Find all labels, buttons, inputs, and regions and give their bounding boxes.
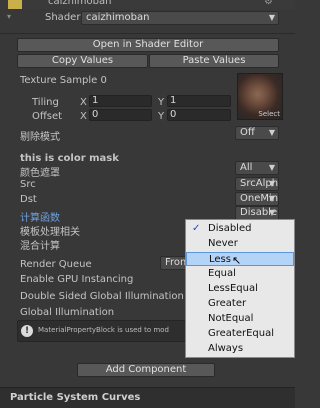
- foldout-arrow-icon[interactable]: ▾: [7, 12, 11, 21]
- material-icon: [8, 0, 22, 9]
- texture-thumbnail[interactable]: Select: [237, 73, 283, 120]
- render-queue-label: Render Queue: [20, 259, 92, 270]
- material-title: caizhimoban: [48, 0, 112, 7]
- shader-dropdown-value: caizhimoban: [86, 12, 150, 23]
- tiling-y-label: Y: [158, 97, 165, 108]
- chevron-down-icon: ▼: [268, 194, 275, 203]
- cull-mode-label: 剔除模式: [20, 132, 60, 143]
- compare-function-dropdown[interactable]: Disable ▼: [235, 206, 279, 220]
- divider: [0, 33, 295, 34]
- blend-label: 混合计算: [20, 241, 60, 252]
- dst-label: Dst: [20, 194, 37, 205]
- src-label: Src: [20, 179, 36, 190]
- offset-y-input[interactable]: 0: [167, 109, 231, 121]
- menu-item-less[interactable]: Less ↖: [186, 252, 294, 267]
- texture-select-button[interactable]: Select: [258, 110, 280, 118]
- menu-item-equal[interactable]: Equal: [186, 267, 294, 281]
- chevron-down-icon: ▼: [268, 128, 275, 137]
- material-title-bar: caizhimoban ⚙: [0, 0, 295, 9]
- global-illumination-label: Global Illumination: [20, 307, 115, 318]
- add-component-button[interactable]: Add Component: [77, 363, 215, 377]
- color-mask-label: 颜色遮罩: [20, 168, 60, 179]
- offset-label: Offset: [32, 111, 63, 122]
- cull-mode-value: Off: [240, 127, 255, 138]
- copy-values-button[interactable]: Copy Values: [17, 54, 148, 68]
- menu-item-greater[interactable]: Greater: [186, 297, 294, 311]
- tiling-label: Tiling: [32, 97, 59, 108]
- tiling-x-label: X: [80, 97, 87, 108]
- open-in-shader-editor-button[interactable]: Open in Shader Editor: [17, 38, 279, 52]
- particle-system-curves-title: Particle System Curves: [10, 392, 141, 403]
- menu-item-never[interactable]: Never: [186, 237, 294, 251]
- chevron-down-icon: ▼: [268, 208, 275, 217]
- src-dropdown[interactable]: SrcAlph ▼: [235, 177, 279, 191]
- menu-item-notequal[interactable]: NotEqual: [186, 312, 294, 326]
- menu-item-greaterequal[interactable]: GreaterEqual: [186, 327, 294, 341]
- shader-label: Shader: [45, 12, 81, 23]
- mouse-cursor-icon: ↖: [232, 254, 242, 267]
- double-sided-gi-label: Double Sided Global Illumination: [20, 291, 184, 302]
- shader-dropdown[interactable]: caizhimoban ▼: [81, 11, 279, 25]
- offset-y-label: Y: [158, 111, 165, 122]
- dst-dropdown[interactable]: OneMin ▼: [235, 192, 279, 206]
- stencil-settings-label: 模板处理相关: [20, 227, 80, 238]
- texture-sample-label: Texture Sample 0: [20, 75, 107, 86]
- particle-system-curves-bar[interactable]: Particle System Curves: [0, 387, 295, 408]
- color-mask-dropdown[interactable]: All ▼: [235, 161, 279, 175]
- checkmark-icon: ✓: [192, 223, 201, 234]
- tiling-x-input[interactable]: 1: [89, 95, 152, 107]
- info-icon: !: [21, 325, 33, 337]
- chevron-down-icon: ▼: [268, 179, 275, 188]
- compare-function-label: 计算函数: [20, 213, 60, 224]
- offset-x-input[interactable]: 0: [89, 109, 152, 121]
- menu-item-disabled[interactable]: ✓ Disabled: [186, 222, 294, 236]
- color-mask-header: this is color mask: [20, 153, 119, 164]
- offset-x-label: X: [80, 111, 87, 122]
- cull-mode-dropdown[interactable]: Off ▼: [235, 126, 279, 140]
- chevron-down-icon: ▼: [268, 163, 275, 172]
- menu-item-always[interactable]: Always: [186, 342, 294, 356]
- paste-values-button[interactable]: Paste Values: [149, 54, 279, 68]
- color-mask-value: All: [240, 162, 253, 173]
- compare-function-menu: ✓ Disabled Never Less ↖ Equal LessEqual …: [185, 219, 295, 358]
- info-box: ! MaterialPropertyBlock is used to mod: [17, 320, 187, 342]
- menu-item-lessequal[interactable]: LessEqual: [186, 282, 294, 296]
- settings-icon[interactable]: ⚙: [264, 0, 273, 7]
- info-text: MaterialPropertyBlock is used to mod: [38, 326, 169, 334]
- tiling-y-input[interactable]: 1: [167, 95, 231, 107]
- chevron-down-icon: ▼: [268, 13, 275, 22]
- gpu-instancing-label: Enable GPU Instancing: [20, 274, 134, 285]
